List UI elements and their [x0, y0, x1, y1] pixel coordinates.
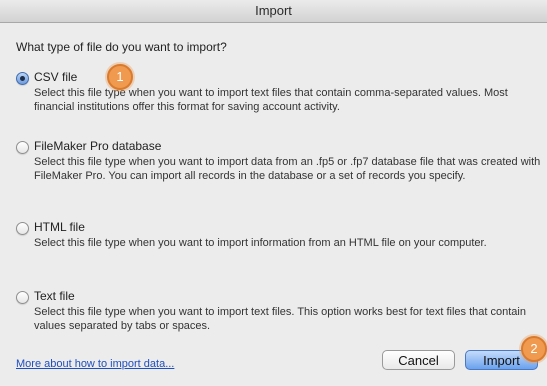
cancel-button[interactable]: Cancel	[382, 350, 455, 370]
filemaker-option-label[interactable]: FileMaker Pro database	[34, 139, 161, 153]
filemaker-option-description: Select this file type when you want to i…	[34, 156, 541, 182]
import-dialog: Import What type of file do you want to …	[0, 0, 547, 386]
text-option-label[interactable]: Text file	[34, 289, 75, 303]
import-help-link[interactable]: More about how to import data...	[16, 358, 174, 370]
html-radio-button[interactable]	[16, 222, 29, 235]
filemaker-radio-button[interactable]	[16, 141, 29, 154]
csv-option-description: Select this file type when you want to i…	[34, 87, 508, 113]
step-marker-1: 1	[107, 64, 133, 90]
question-label: What type of file do you want to import?	[16, 40, 227, 54]
csv-radio-button[interactable]	[16, 72, 29, 85]
step-marker-2: 2	[521, 336, 547, 362]
window-title: Import	[0, 0, 547, 23]
radio-selected-dot	[20, 76, 25, 81]
text-radio-button[interactable]	[16, 291, 29, 304]
csv-option-label[interactable]: CSV file	[34, 70, 77, 84]
html-option-label[interactable]: HTML file	[34, 220, 85, 234]
html-option-description: Select this file type when you want to i…	[34, 237, 487, 249]
text-option-description: Select this file type when you want to i…	[34, 306, 526, 332]
